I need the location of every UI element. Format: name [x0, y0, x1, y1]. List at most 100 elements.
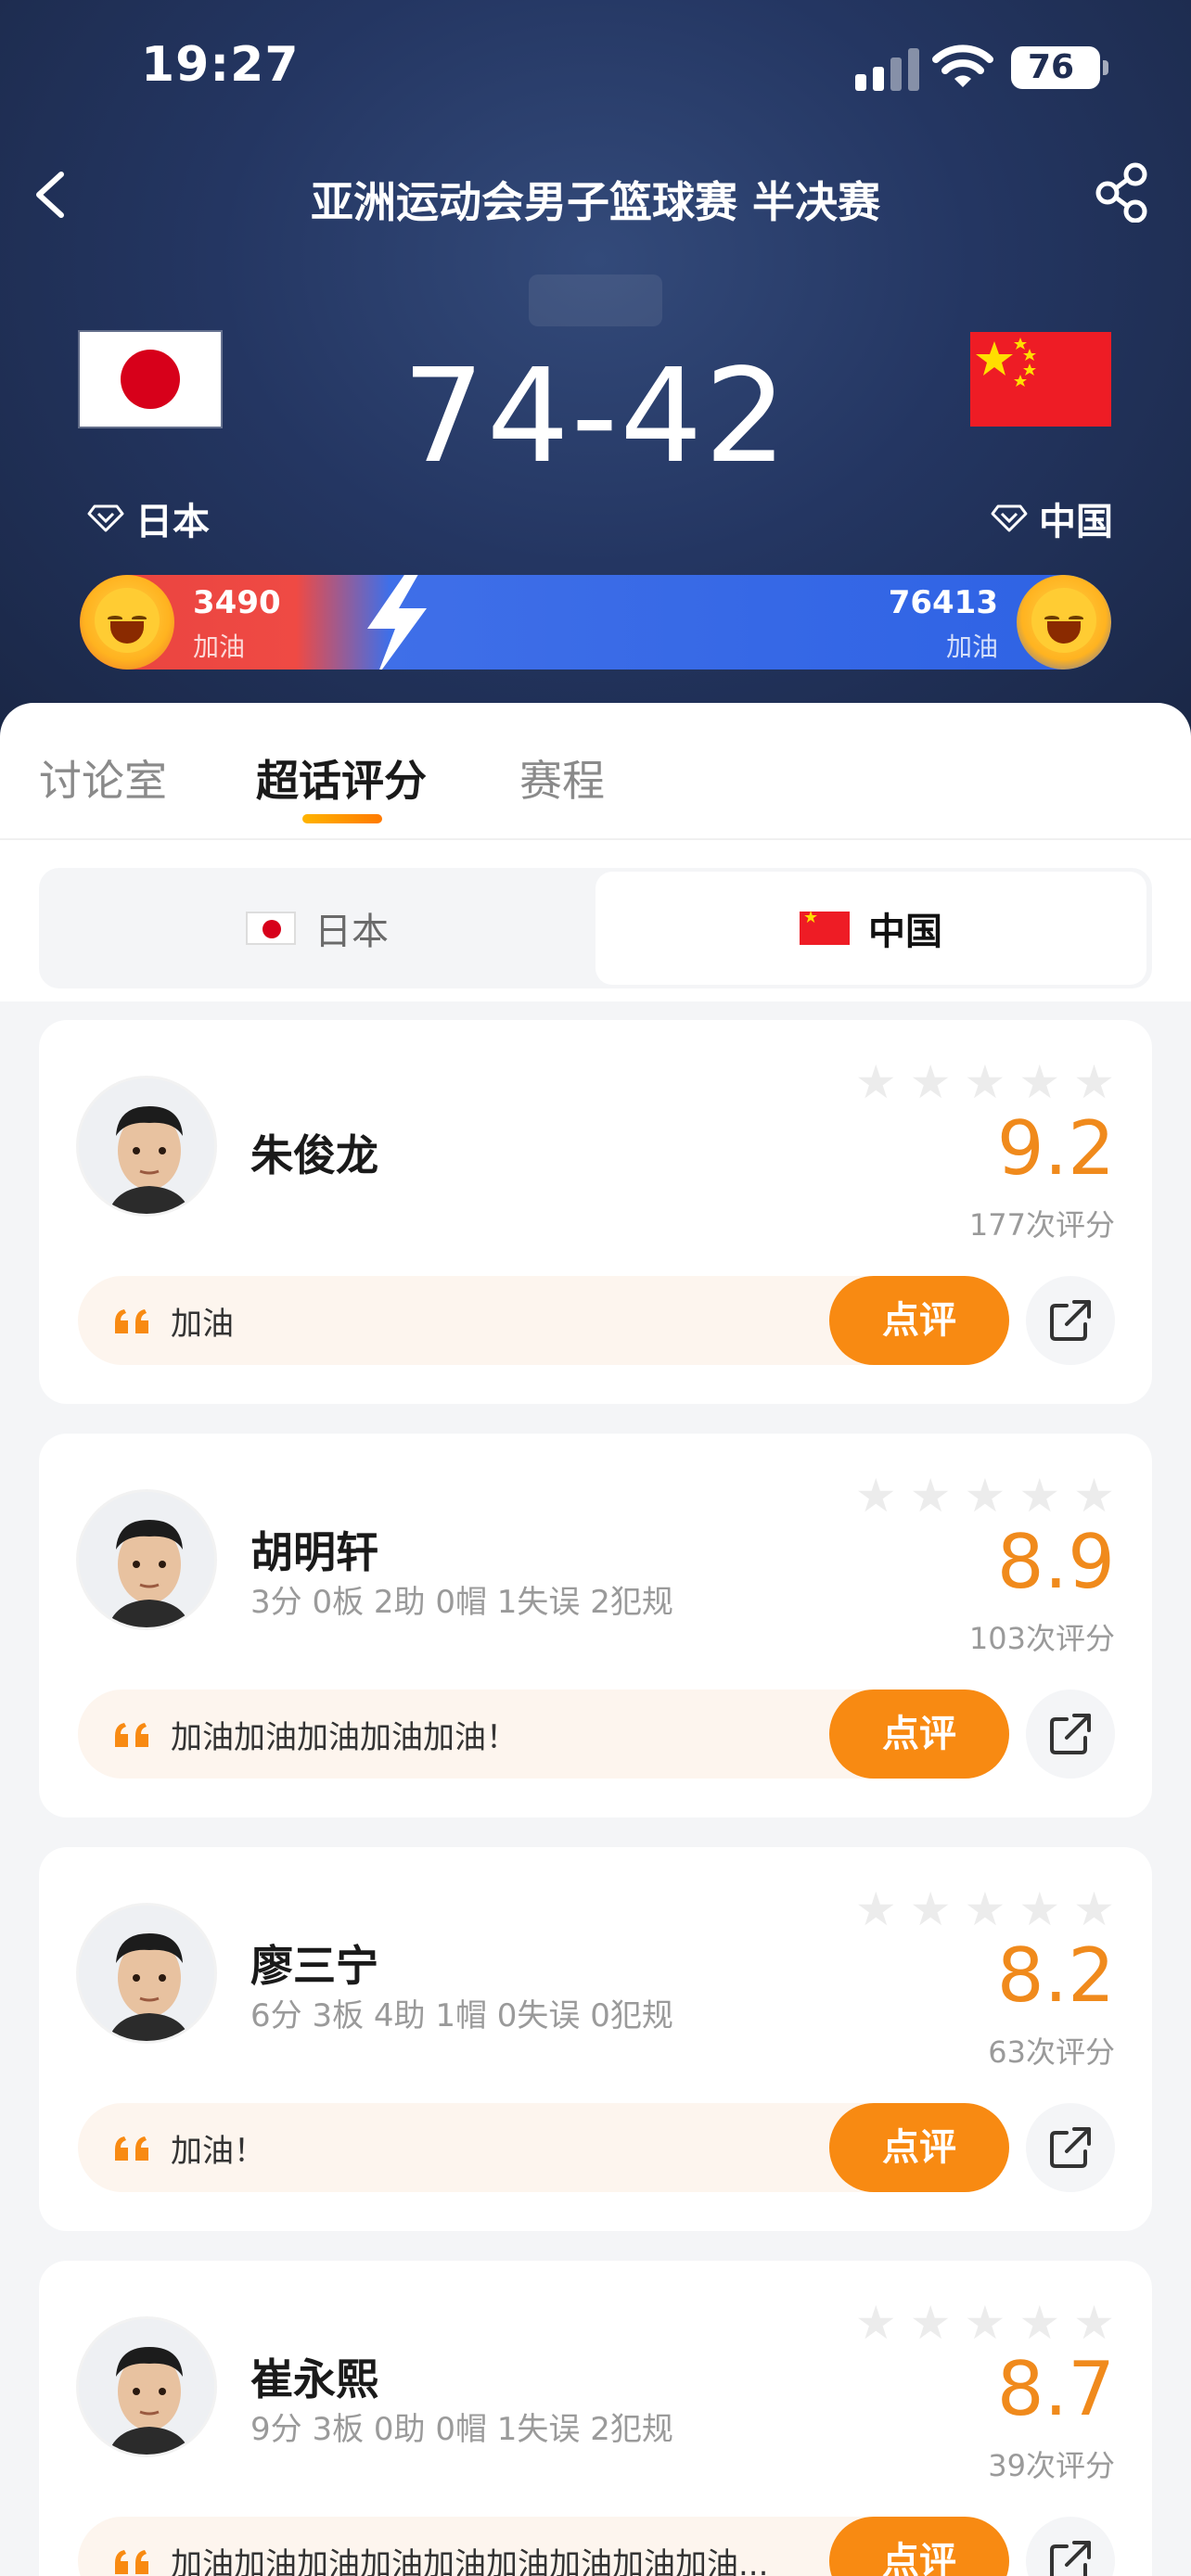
tab-bar: 讨论室 超话评分 赛程: [0, 703, 1191, 840]
share-icon[interactable]: [1095, 161, 1150, 223]
away-cheer-count: 76413: [888, 584, 998, 621]
tab-rating[interactable]: 超话评分: [256, 747, 427, 809]
review-button[interactable]: 点评: [829, 1690, 1009, 1779]
external-share-icon: [1050, 1714, 1091, 1754]
comment-text: 加油加油加油加油加油！: [171, 1719, 518, 1756]
player-card: 胡明轩 3分 0板 2助 0帽 1失误 2犯规 ★ ★ ★ ★ ★ 8.9 10…: [39, 1434, 1152, 1817]
share-player-button[interactable]: [1026, 1276, 1115, 1365]
star-icon[interactable]: ★: [1073, 1473, 1115, 1519]
player-rating: 8.7: [996, 2346, 1115, 2432]
home-cheer-count: 3490: [193, 584, 281, 621]
cheer-away-button[interactable]: [1017, 575, 1111, 670]
star-icon[interactable]: ★: [965, 1886, 1006, 1932]
active-tab-indicator: [302, 814, 382, 823]
star-icon[interactable]: ★: [910, 1886, 952, 1932]
match-status-pill: [529, 274, 662, 326]
player-stats: 6分 3板 4助 1帽 0失误 0犯规: [250, 1997, 673, 2034]
star-icon[interactable]: ★: [965, 2300, 1006, 2346]
review-button[interactable]: 点评: [829, 1276, 1009, 1365]
comment-text: 加油！: [171, 2133, 265, 2170]
external-share-icon: [1050, 2127, 1091, 2168]
star-icon[interactable]: ★: [1073, 1886, 1115, 1932]
team-switch-china[interactable]: 中国: [596, 872, 1146, 985]
player-name: 廖三宁: [250, 1941, 378, 1991]
rating-stars[interactable]: ★ ★ ★ ★ ★: [855, 1886, 1115, 1932]
share-player-button[interactable]: [1026, 2103, 1115, 2192]
nav-bar: 亚洲运动会男子篮球赛 半决赛: [0, 148, 1191, 241]
star-icon[interactable]: ★: [855, 2300, 897, 2346]
match-header: 19:27 76 亚洲运动会男子篮球赛 半决赛 74-42 日本 中国 3490…: [0, 0, 1191, 742]
player-name: 胡明轩: [250, 1527, 378, 1577]
status-time: 19:27: [141, 37, 300, 93]
cheer-home-button[interactable]: [80, 575, 174, 670]
away-team-name: 中国: [1039, 501, 1113, 543]
rating-count: 177次评分: [968, 1207, 1115, 1243]
player-name: 朱俊龙: [250, 1130, 378, 1180]
star-icon[interactable]: ★: [1073, 1059, 1115, 1105]
lightning-icon: [367, 575, 427, 670]
tab-discussion[interactable]: 讨论室: [39, 747, 167, 809]
player-stats: 9分 3板 0助 0帽 1失误 2犯规: [250, 2411, 673, 2448]
rating-count: 39次评分: [988, 2448, 1115, 2483]
star-icon[interactable]: ★: [1018, 1059, 1060, 1105]
star-icon[interactable]: ★: [910, 1473, 952, 1519]
content-panel: 讨论室 超话评分 赛程 日本 中国 朱俊龙: [0, 703, 1191, 2576]
external-share-icon: [1050, 1300, 1091, 1341]
quote-icon: [115, 2550, 148, 2574]
star-icon[interactable]: ★: [910, 2300, 952, 2346]
player-avatar[interactable]: [76, 1903, 217, 2044]
player-list: 朱俊龙 ★ ★ ★ ★ ★ 9.2 177次评分 加油 点评 胡明轩 3分 0板…: [0, 1001, 1191, 2576]
team-switch-japan[interactable]: 日本: [39, 868, 596, 988]
player-rating: 8.9: [996, 1519, 1115, 1605]
rating-stars[interactable]: ★ ★ ★ ★ ★: [855, 1059, 1115, 1105]
player-card: 崔永熙 9分 3板 0助 0帽 1失误 2犯规 ★ ★ ★ ★ ★ 8.7 39…: [39, 2261, 1152, 2576]
share-player-button[interactable]: [1026, 1690, 1115, 1779]
star-icon[interactable]: ★: [855, 1059, 897, 1105]
tab-schedule[interactable]: 赛程: [519, 747, 605, 809]
player-rating: 9.2: [996, 1105, 1115, 1192]
player-avatar[interactable]: [76, 1489, 217, 1630]
away-cheer-label: 加油: [945, 631, 998, 662]
player-stats: 3分 0板 2助 0帽 1失误 2犯规: [250, 1584, 673, 1621]
wifi-icon: [932, 45, 993, 87]
player-card: 廖三宁 6分 3板 4助 1帽 0失误 0犯规 ★ ★ ★ ★ ★ 8.2 63…: [39, 1847, 1152, 2231]
battery-icon: 76: [1011, 46, 1108, 89]
comment-text: 加油: [171, 1306, 234, 1343]
review-button[interactable]: 点评: [829, 2517, 1009, 2576]
star-icon[interactable]: ★: [855, 1886, 897, 1932]
star-icon[interactable]: ★: [1018, 1473, 1060, 1519]
star-icon[interactable]: ★: [1018, 1886, 1060, 1932]
quote-icon: [115, 2136, 148, 2161]
player-name: 崔永熙: [250, 2354, 378, 2404]
status-bar: 19:27 76: [0, 0, 1191, 139]
share-player-button[interactable]: [1026, 2517, 1115, 2576]
cheer-bar: 3490 加油 76413 加油: [80, 575, 1111, 670]
japan-flag-icon: [246, 912, 296, 945]
rating-count: 63次评分: [988, 2034, 1115, 2070]
team-switch: 日本 中国: [39, 868, 1152, 988]
team-switch-left-label: 日本: [314, 911, 389, 953]
home-team-name: 日本: [135, 501, 210, 543]
home-team[interactable]: 日本: [87, 491, 210, 545]
home-cheer-label: 加油: [193, 631, 246, 662]
star-icon[interactable]: ★: [855, 1473, 897, 1519]
player-avatar[interactable]: [76, 2316, 217, 2457]
external-share-icon: [1050, 2541, 1091, 2576]
star-icon[interactable]: ★: [965, 1473, 1006, 1519]
rating-stars[interactable]: ★ ★ ★ ★ ★: [855, 1473, 1115, 1519]
star-icon[interactable]: ★: [910, 1059, 952, 1105]
star-icon[interactable]: ★: [965, 1059, 1006, 1105]
star-icon[interactable]: ★: [1018, 2300, 1060, 2346]
player-card: 朱俊龙 ★ ★ ★ ★ ★ 9.2 177次评分 加油 点评: [39, 1020, 1152, 1404]
team-switch-right-label: 中国: [868, 911, 942, 953]
review-button[interactable]: 点评: [829, 2103, 1009, 2192]
away-team[interactable]: 中国: [991, 491, 1113, 545]
page-title: 亚洲运动会男子篮球赛 半决赛: [310, 177, 880, 227]
match-score: 74-42: [402, 341, 789, 492]
star-icon[interactable]: ★: [1073, 2300, 1115, 2346]
china-flag-icon: [800, 908, 850, 945]
rating-count: 103次评分: [968, 1621, 1115, 1656]
diamond-icon: [991, 504, 1028, 532]
player-avatar[interactable]: [76, 1076, 217, 1217]
rating-stars[interactable]: ★ ★ ★ ★ ★: [855, 2300, 1115, 2346]
